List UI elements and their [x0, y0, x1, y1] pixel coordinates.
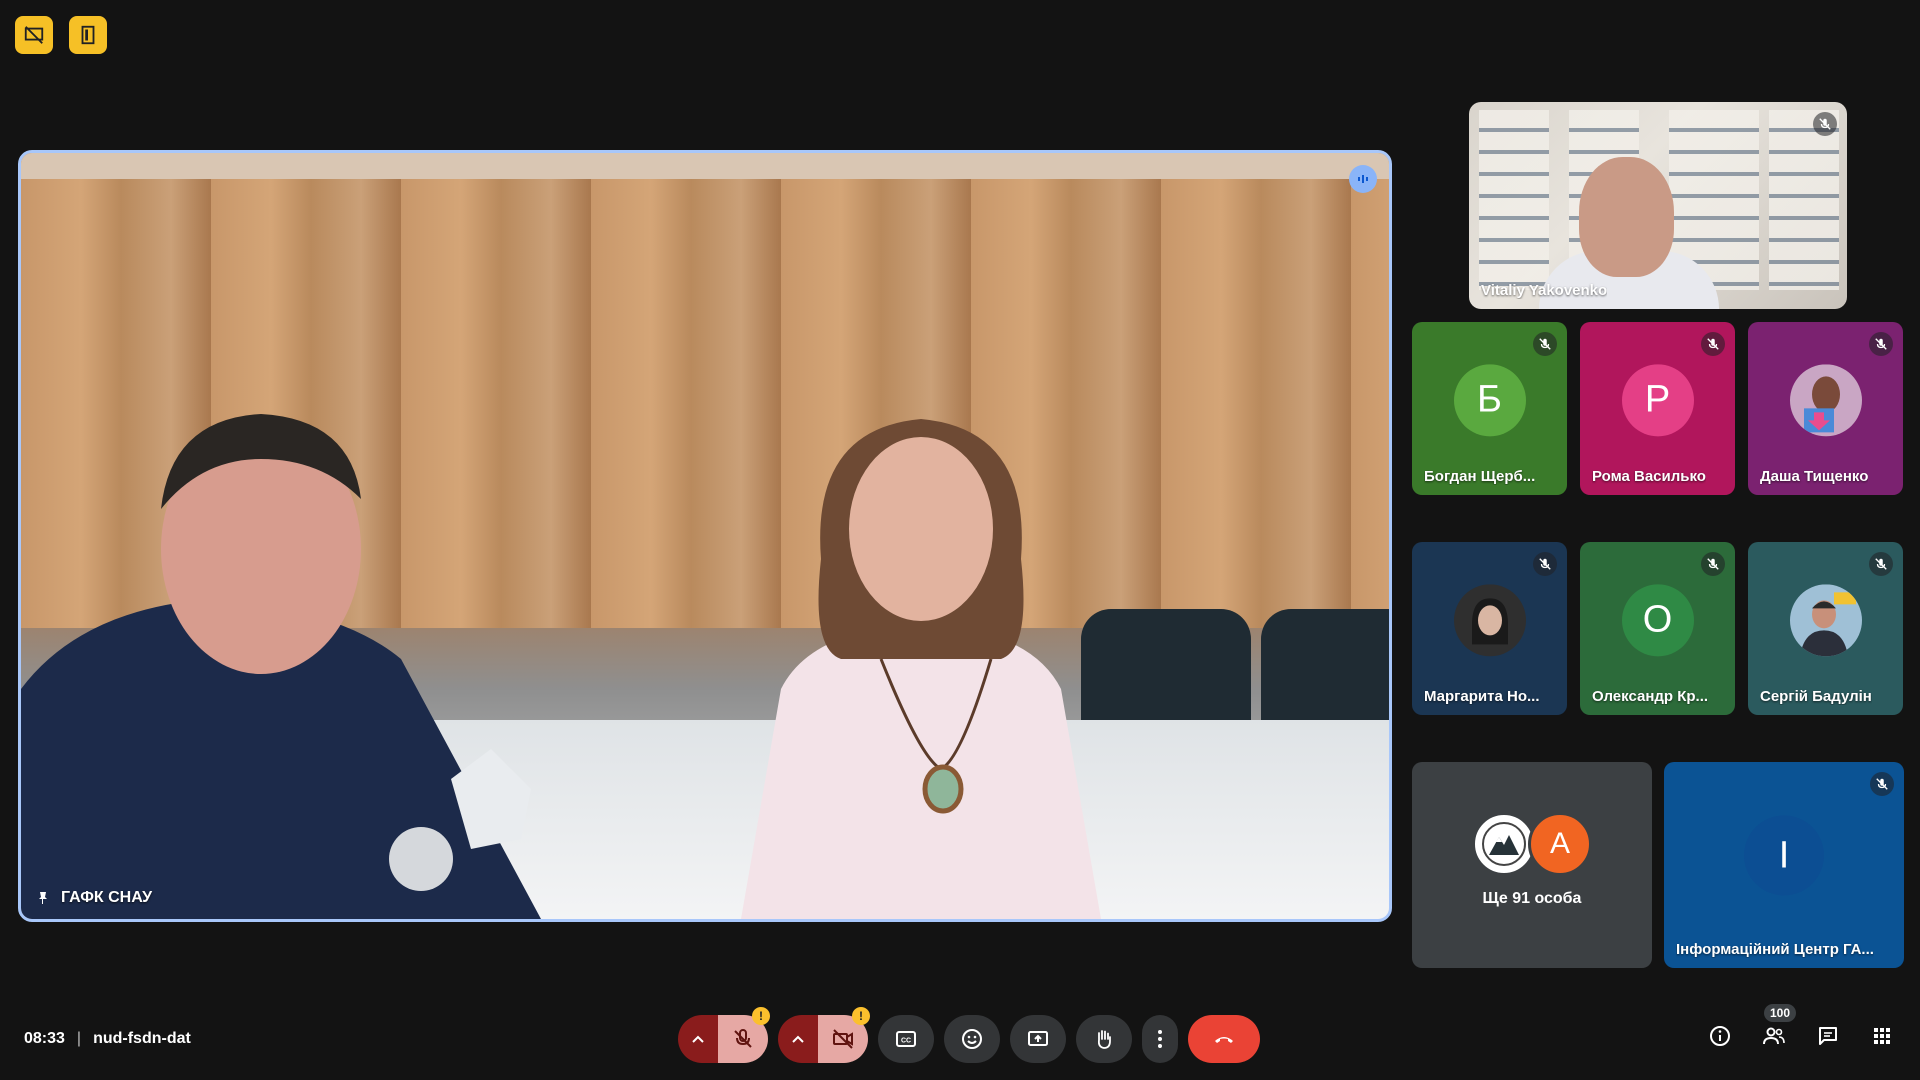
call-controls: ! ! CC	[678, 1007, 1260, 1063]
more-participants-tile[interactable]: А Ще 91 особа	[1412, 762, 1652, 968]
main-tile-label: ГАФК СНАУ	[35, 889, 152, 907]
participant-tile[interactable]: О Олександр Кр...	[1580, 542, 1735, 715]
people-count-badge: 100	[1764, 1004, 1797, 1022]
participant-video-man	[21, 414, 541, 919]
info-icon	[1710, 1026, 1730, 1046]
participant-video-woman	[741, 419, 1101, 919]
present-screen-icon	[1028, 1031, 1048, 1046]
toggle-camera-button[interactable]: !	[818, 1007, 870, 1063]
more-options-button[interactable]	[1142, 1015, 1178, 1063]
hand-icon	[1097, 1030, 1111, 1049]
participant-name: Даша Тищенко	[1760, 468, 1869, 485]
participant-tile-vitaliy[interactable]: Vitaliy Yakovenko	[1469, 102, 1847, 309]
microphone-control: !	[678, 1007, 770, 1063]
participant-name: Маргарита Но...	[1424, 688, 1540, 705]
mic-off-icon	[734, 1029, 752, 1048]
people-button[interactable]: 100	[1760, 1004, 1797, 1050]
mic-off-icon	[1701, 332, 1725, 356]
chat-button[interactable]	[1814, 1022, 1842, 1050]
avatar: І	[1744, 815, 1824, 896]
mic-off-icon	[1869, 332, 1893, 356]
avatar: Р	[1621, 363, 1694, 436]
raise-hand-button[interactable]	[1076, 1015, 1132, 1063]
participant-tile[interactable]: Р Рома Василько	[1580, 322, 1735, 495]
hang-up-icon	[1215, 1037, 1233, 1043]
participant-name: Олександр Кр...	[1592, 688, 1709, 705]
main-speaker-tile[interactable]: ГАФК СНАУ	[18, 150, 1392, 922]
avatar-photo	[1453, 583, 1526, 656]
meeting-code: nud-fsdn-dat	[93, 1030, 191, 1047]
emoji-icon	[962, 1029, 982, 1049]
meeting-time: 08:33	[24, 1030, 65, 1047]
activities-button[interactable]	[1868, 1022, 1896, 1050]
mic-off-icon	[1869, 552, 1893, 576]
mic-options-button[interactable]	[678, 1015, 718, 1063]
closed-captions-icon: CC	[896, 1031, 916, 1047]
mic-off-icon	[1701, 552, 1725, 576]
meeting-details-button[interactable]	[1706, 1022, 1734, 1050]
camera-options-button[interactable]	[778, 1015, 818, 1063]
people-icon	[1763, 1027, 1785, 1045]
avatar: Б	[1453, 363, 1526, 436]
reactions-button[interactable]	[944, 1015, 1000, 1063]
participant-video	[1579, 157, 1674, 277]
warning-icon: !	[752, 1007, 770, 1025]
participant-name: Рома Василько	[1592, 468, 1706, 485]
door-exit-icon[interactable]	[69, 16, 107, 54]
meeting-info: 08:33 | nud-fsdn-dat	[24, 1030, 191, 1048]
svg-text:CC: CC	[901, 1038, 911, 1045]
mic-off-icon	[1870, 772, 1894, 796]
present-screen-button[interactable]	[1010, 1015, 1066, 1063]
warning-icon: !	[852, 1007, 870, 1025]
main-tile-name: ГАФК СНАУ	[61, 889, 153, 906]
side-panel-buttons: 100	[1706, 1004, 1896, 1050]
participant-name: Сергій Бадулін	[1760, 688, 1872, 705]
participant-tile[interactable]: Маргарита Но...	[1412, 542, 1567, 715]
avatar: О	[1621, 583, 1694, 656]
chevron-up-icon	[692, 1035, 704, 1043]
apps-grid-icon	[1874, 1028, 1890, 1044]
avatar-mountain-logo	[1472, 812, 1536, 876]
participant-name: Інформаційний Центр ГА...	[1676, 941, 1874, 958]
participant-name: Богдан Щерб...	[1424, 468, 1536, 485]
toggle-mic-button[interactable]: !	[718, 1007, 770, 1063]
more-participants-avatars: А	[1472, 812, 1592, 876]
participant-tile[interactable]: Даша Тищенко	[1748, 322, 1903, 495]
mic-off-icon	[1533, 552, 1557, 576]
avatar-photo	[1789, 363, 1862, 436]
avatar: А	[1528, 812, 1592, 876]
mic-off-icon	[1813, 112, 1837, 136]
participant-tile-info-center[interactable]: І Інформаційний Центр ГА...	[1664, 762, 1904, 968]
pin-icon	[39, 892, 47, 904]
leave-call-button[interactable]	[1188, 1015, 1260, 1063]
more-vert-icon	[1158, 1030, 1162, 1048]
participant-tile[interactable]: Сергій Бадулін	[1748, 542, 1903, 715]
top-badges	[15, 16, 107, 54]
participant-tile[interactable]: Б Богдан Щерб...	[1412, 322, 1567, 495]
participant-name: Vitaliy Yakovenko	[1481, 282, 1608, 299]
divider: |	[76, 1030, 82, 1047]
presentation-off-icon[interactable]	[15, 16, 53, 54]
captions-button[interactable]: CC	[878, 1015, 934, 1063]
camera-control: !	[778, 1007, 870, 1063]
chevron-up-icon	[792, 1035, 804, 1043]
chat-icon	[1819, 1027, 1837, 1045]
camera-off-icon	[833, 1029, 853, 1049]
more-participants-label: Ще 91 особа	[1482, 890, 1582, 907]
speaking-indicator-icon	[1349, 165, 1377, 193]
mic-off-icon	[1533, 332, 1557, 356]
avatar-photo	[1789, 583, 1862, 656]
